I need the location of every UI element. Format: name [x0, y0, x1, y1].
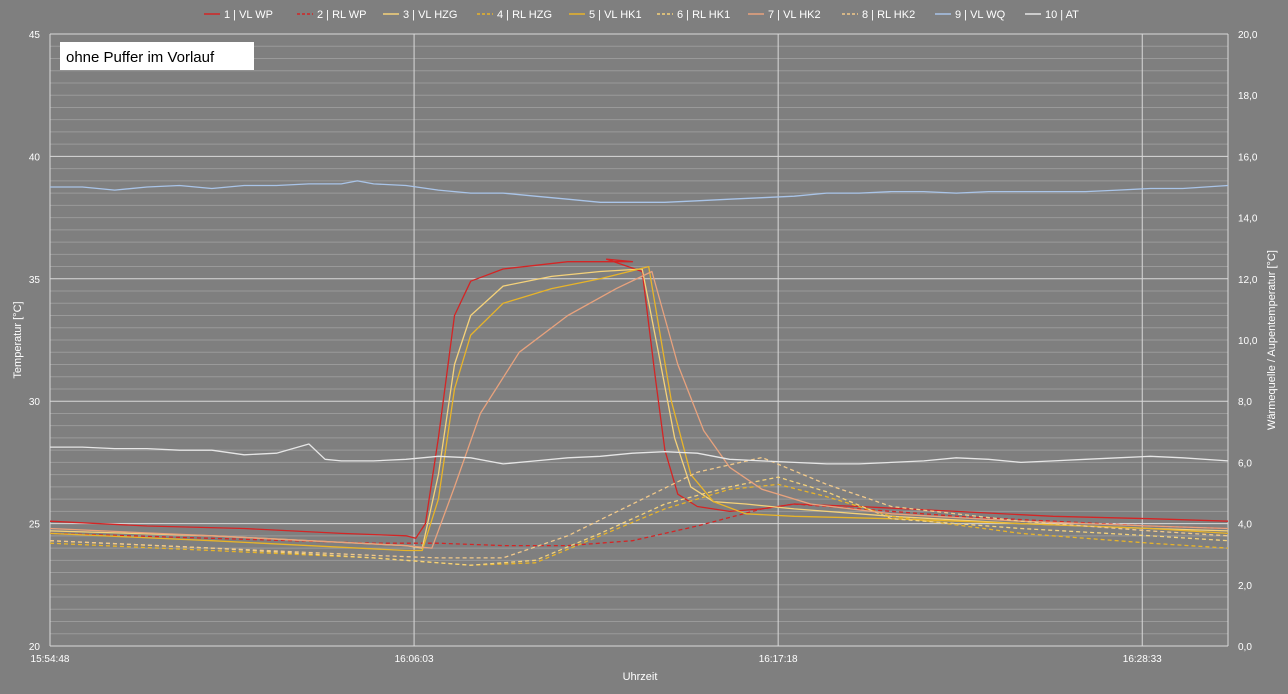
legend-label: 9 | VL WQ: [955, 9, 1006, 21]
legend-label: 3 | VL HZG: [403, 9, 457, 21]
x-tick-label: 16:17:18: [759, 654, 798, 665]
legend-label: 5 | VL HK1: [589, 9, 642, 21]
legend-label: 4 | RL HZG: [497, 9, 552, 21]
legend-label: 6 | RL HK1: [677, 9, 730, 21]
annotation-text: ohne Puffer im Vorlauf: [66, 49, 215, 66]
legend-label: 10 | AT: [1045, 9, 1079, 21]
y-tick-label-right: 8,0: [1238, 397, 1252, 408]
legend-label: 2 | RL WP: [317, 9, 367, 21]
annotation-box: ohne Puffer im Vorlauf: [60, 42, 254, 70]
x-tick-label: 16:06:03: [395, 654, 434, 665]
legend-label: 7 | VL HK2: [768, 9, 821, 21]
legend-label: 8 | RL HK2: [862, 9, 915, 21]
y-tick-label-right: 16,0: [1238, 152, 1258, 163]
y-axis-title-left: Temperatur [°C]: [12, 301, 24, 378]
y-tick-label-right: 12,0: [1238, 275, 1258, 286]
y-tick-label-left: 25: [29, 520, 41, 531]
legend-label: 1 | VL WP: [224, 9, 273, 21]
x-tick-label: 16:28:33: [1123, 654, 1162, 665]
y-tick-label-left: 45: [29, 30, 41, 41]
y-tick-label-left: 35: [29, 275, 41, 286]
y-tick-label-right: 2,0: [1238, 581, 1252, 592]
line-chart: 20 25 30 35 40 45 0,0 2,0 4,0 6,0 8,0 10,0 12,0 14,0…: [0, 0, 1288, 694]
y-tick-label-right: 20,0: [1238, 30, 1258, 41]
y-tick-label-right: 18,0: [1238, 91, 1258, 102]
x-tick-label: 15:54:48: [31, 654, 70, 665]
y-tick-label-left: 20: [29, 642, 41, 653]
y-axis-title-right: Wärmequelle / Aupentemperatur [°C]: [1266, 250, 1278, 430]
y-tick-label-right: 10,0: [1238, 336, 1258, 347]
y-tick-label-left: 40: [29, 152, 41, 163]
y-tick-label-left: 30: [29, 397, 41, 408]
chart-background: [0, 0, 1288, 694]
x-axis-title: Uhrzeit: [623, 671, 658, 683]
y-tick-label-right: 0,0: [1238, 642, 1252, 653]
y-tick-label-right: 4,0: [1238, 520, 1252, 531]
y-tick-label-right: 6,0: [1238, 458, 1252, 469]
y-tick-label-right: 14,0: [1238, 214, 1258, 225]
